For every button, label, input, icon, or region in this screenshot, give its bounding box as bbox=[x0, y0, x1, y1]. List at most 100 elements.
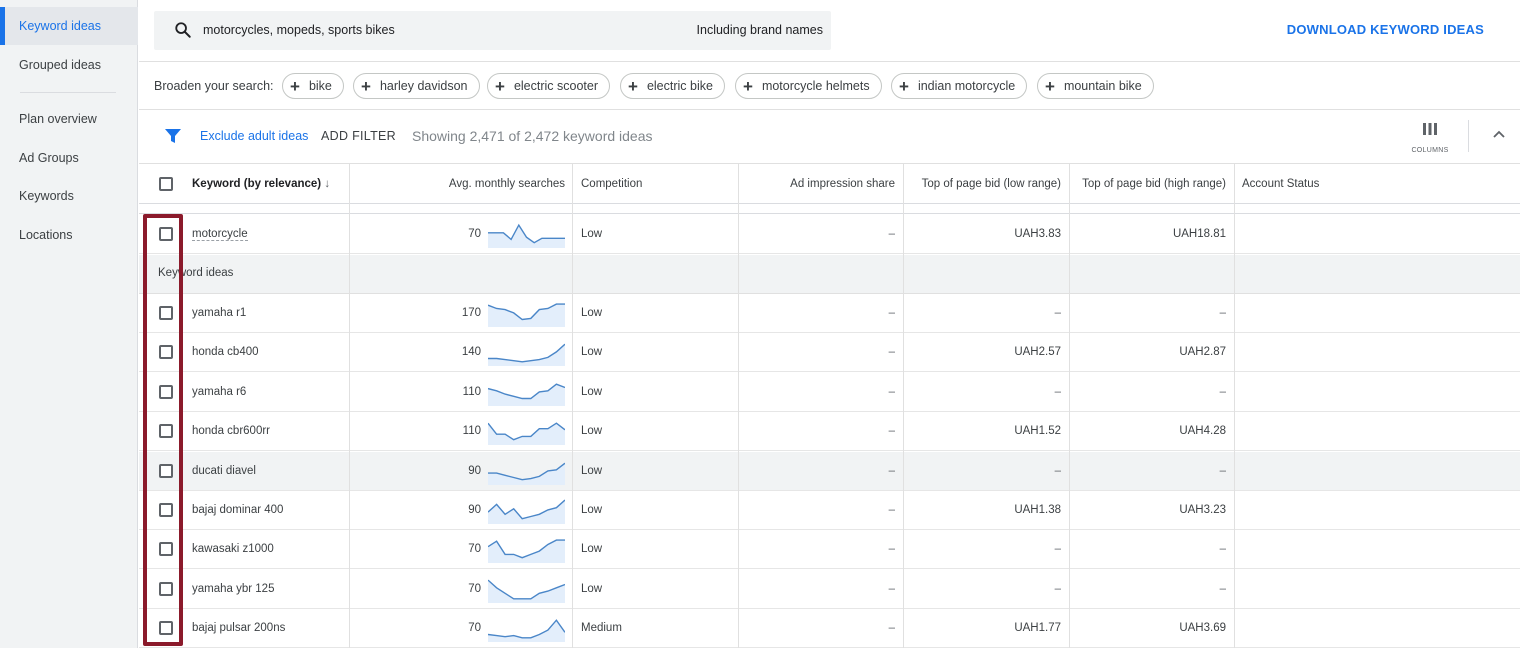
bid-high-cell: – bbox=[1219, 465, 1226, 477]
table-row[interactable]: yamaha r1 170 Low – – – bbox=[139, 294, 1520, 333]
keyword-cell: honda cb400 bbox=[192, 346, 259, 358]
broaden-chip-harley-davidson[interactable]: + harley davidson bbox=[353, 73, 480, 99]
header-avg-monthly-searches[interactable]: Avg. monthly searches bbox=[350, 164, 565, 204]
download-keyword-ideas-button[interactable]: DOWNLOAD KEYWORD IDEAS bbox=[1287, 22, 1484, 37]
add-filter-button[interactable]: ADD FILTER bbox=[321, 129, 396, 143]
row-checkbox[interactable] bbox=[159, 385, 173, 399]
search-query-text: motorcycles, mopeds, sports bikes bbox=[203, 23, 395, 37]
row-checkbox[interactable] bbox=[159, 621, 173, 635]
header-ad-impression-share[interactable]: Ad impression share bbox=[738, 164, 895, 204]
table-row[interactable]: motorcycle 70 Low – UAH3.83 UAH18.81 bbox=[139, 215, 1520, 254]
searches-cell: 170 bbox=[461, 307, 481, 319]
select-all-checkbox[interactable] bbox=[159, 177, 173, 191]
broaden-chip-bike[interactable]: + bike bbox=[282, 73, 344, 99]
chip-label: indian motorcycle bbox=[917, 79, 1016, 93]
trend-sparkline bbox=[488, 422, 565, 445]
chevron-up-icon[interactable] bbox=[1491, 126, 1507, 142]
searches-cell: 90 bbox=[468, 465, 481, 477]
header-competition[interactable]: Competition bbox=[581, 164, 642, 204]
bid-high-cell: – bbox=[1219, 543, 1226, 555]
header-keyword[interactable]: Keyword (by relevance) ↓ bbox=[192, 164, 330, 204]
chip-label: harley davidson bbox=[379, 79, 468, 93]
plus-icon: + bbox=[628, 76, 638, 96]
competition-cell: Low bbox=[581, 504, 603, 516]
bid-low-cell: – bbox=[1054, 543, 1061, 555]
broaden-chip-motorcycle-helmets[interactable]: + motorcycle helmets bbox=[735, 73, 882, 99]
impression-share-cell: – bbox=[888, 622, 895, 634]
sidebar-item-keywords[interactable]: Keywords bbox=[0, 177, 138, 215]
sidebar-item-keyword-ideas[interactable]: Keyword ideas bbox=[0, 7, 138, 45]
table-row[interactable]: kawasaki z1000 70 Low – – – bbox=[139, 530, 1520, 569]
row-checkbox[interactable] bbox=[159, 542, 173, 556]
sidebar-item-locations[interactable]: Locations bbox=[0, 216, 138, 254]
header-bid-high[interactable]: Top of page bid (high range) bbox=[1069, 164, 1226, 204]
keyword-cell: yamaha r6 bbox=[192, 386, 247, 398]
table-row[interactable]: bajaj pulsar 200ns 70 Medium – UAH1.77 UAH3.6… bbox=[139, 609, 1520, 648]
row-checkbox[interactable] bbox=[159, 464, 173, 478]
header-bid-low[interactable]: Top of page bid (low range) bbox=[904, 164, 1061, 204]
plus-icon: + bbox=[361, 76, 371, 96]
keyword-cell: bajaj dominar 400 bbox=[192, 504, 284, 516]
columns-button[interactable]: COLUMNS bbox=[1406, 120, 1454, 156]
exclude-adult-ideas-filter[interactable]: Exclude adult ideas bbox=[200, 129, 308, 143]
search-input[interactable]: motorcycles, mopeds, sports bikes Includ… bbox=[154, 11, 831, 50]
chip-label: bike bbox=[308, 79, 332, 93]
searches-cell: 110 bbox=[462, 425, 481, 437]
broaden-chip-indian-motorcycle[interactable]: + indian motorcycle bbox=[891, 73, 1028, 99]
bid-low-cell: – bbox=[1054, 307, 1061, 319]
keyword-text: motorcycle bbox=[192, 228, 248, 241]
filter-icon[interactable] bbox=[165, 128, 181, 144]
table-row[interactable]: honda cb400 140 Low – UAH2.57 UAH2.87 bbox=[139, 333, 1520, 372]
plus-icon: + bbox=[495, 76, 505, 96]
trend-sparkline bbox=[488, 462, 565, 485]
table-row[interactable]: yamaha ybr 125 70 Low – – – bbox=[139, 570, 1520, 609]
searches-cell: 140 bbox=[461, 346, 481, 358]
table-row[interactable]: honda cbr600rr 110 Low – UAH1.52 UAH4.28 bbox=[139, 412, 1520, 451]
row-checkbox[interactable] bbox=[159, 424, 173, 438]
competition-cell: Low bbox=[581, 346, 603, 358]
sidebar-item-ad-groups[interactable]: Ad Groups bbox=[0, 139, 138, 177]
header-account-status[interactable]: Account Status bbox=[1242, 164, 1319, 204]
table-row[interactable]: bajaj dominar 400 90 Low – UAH1.38 UAH3.23 bbox=[139, 491, 1520, 530]
broaden-chip-mountain-bike[interactable]: + mountain bike bbox=[1037, 73, 1154, 99]
trend-sparkline bbox=[488, 539, 565, 563]
broaden-chip-electric-scooter[interactable]: + electric scooter bbox=[487, 73, 610, 99]
column-divider bbox=[1069, 164, 1070, 648]
chip-label: electric bike bbox=[646, 79, 713, 93]
columns-icon bbox=[1423, 123, 1437, 135]
bid-low-cell: UAH1.38 bbox=[1014, 504, 1061, 516]
chip-label: motorcycle helmets bbox=[761, 79, 870, 93]
row-checkbox[interactable] bbox=[159, 227, 173, 241]
sidebar-item-plan-overview[interactable]: Plan overview bbox=[0, 100, 138, 138]
row-checkbox[interactable] bbox=[159, 306, 173, 320]
filter-bar: Exclude adult ideas ADD FILTER Showing 2… bbox=[139, 110, 1520, 164]
chip-label: mountain bike bbox=[1063, 79, 1142, 93]
plus-icon: + bbox=[290, 76, 300, 96]
table-row[interactable]: yamaha r6 110 Low – – – bbox=[139, 373, 1520, 412]
column-divider bbox=[903, 164, 904, 648]
column-divider bbox=[349, 164, 350, 648]
bid-high-cell: UAH18.81 bbox=[1172, 228, 1226, 240]
table-row[interactable]: ducati diavel 90 Low – – – bbox=[139, 452, 1520, 491]
keyword-cell: bajaj pulsar 200ns bbox=[192, 622, 286, 634]
broaden-chip-electric-bike[interactable]: + electric bike bbox=[620, 73, 725, 99]
row-checkbox[interactable] bbox=[159, 503, 173, 517]
row-checkbox[interactable] bbox=[159, 345, 173, 359]
columns-label: COLUMNS bbox=[1411, 147, 1449, 154]
brand-names-toggle[interactable]: Including brand names bbox=[697, 23, 823, 37]
bid-high-cell: UAH3.69 bbox=[1179, 622, 1226, 634]
bid-low-cell: – bbox=[1054, 386, 1061, 398]
searches-cell: 70 bbox=[468, 543, 481, 555]
sidebar: Keyword ideas Grouped ideas Plan overvie… bbox=[0, 0, 138, 648]
group-label: Keyword ideas bbox=[158, 267, 234, 279]
search-icon bbox=[175, 22, 191, 38]
bid-high-cell: – bbox=[1219, 307, 1226, 319]
sidebar-item-grouped-ideas[interactable]: Grouped ideas bbox=[0, 46, 138, 84]
impression-share-cell: – bbox=[888, 346, 895, 358]
impression-share-cell: – bbox=[888, 425, 895, 437]
bid-high-cell: – bbox=[1219, 583, 1226, 595]
competition-cell: Low bbox=[581, 583, 603, 595]
header-keyword-label: Keyword (by relevance) bbox=[192, 178, 322, 190]
search-header: motorcycles, mopeds, sports bikes Includ… bbox=[139, 0, 1520, 62]
row-checkbox[interactable] bbox=[159, 582, 173, 596]
